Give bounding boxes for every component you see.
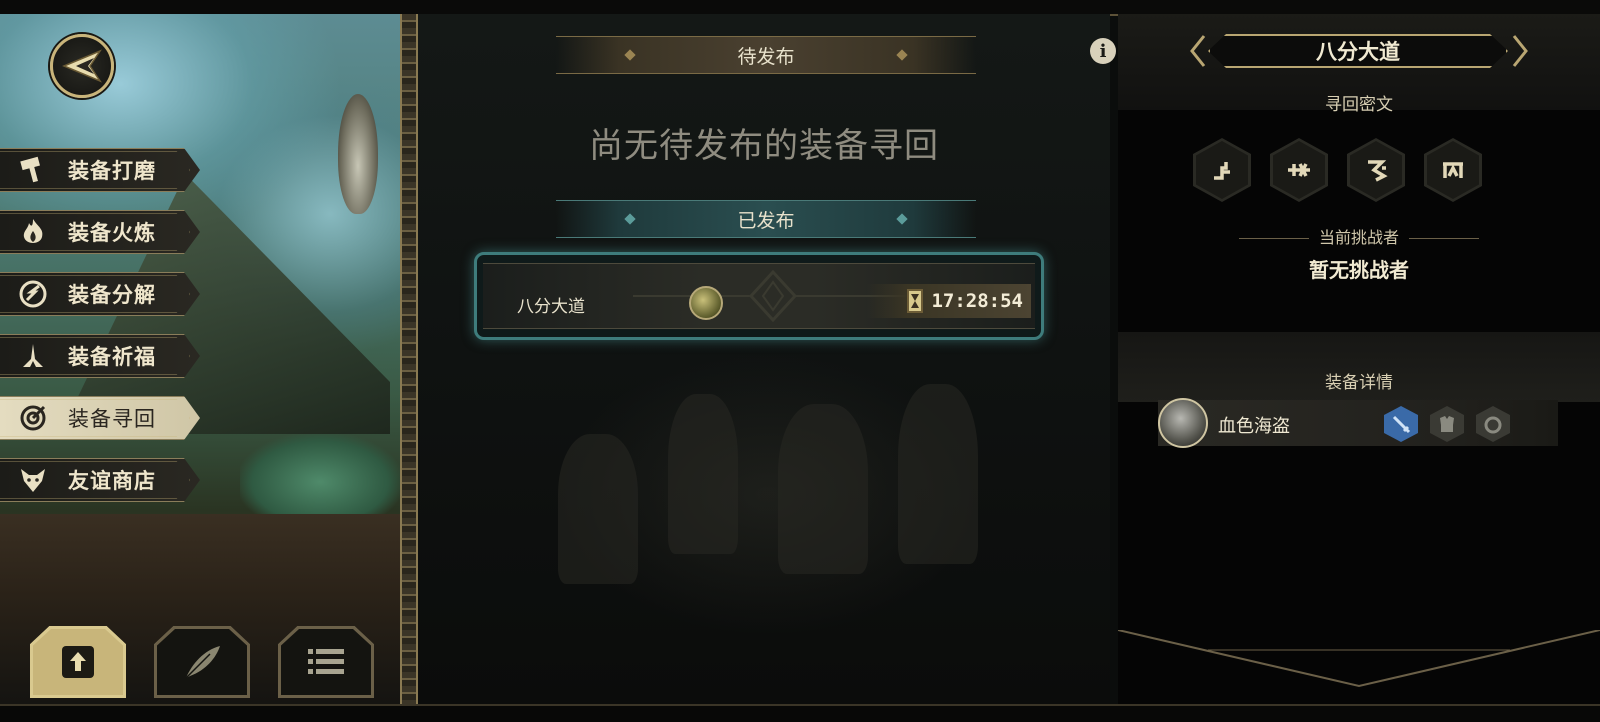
sword-icon (1392, 415, 1411, 434)
back-button[interactable] (50, 34, 114, 98)
back-arrow-icon (62, 49, 102, 83)
menu-item-friendship-shop[interactable]: 友谊商店 (0, 458, 200, 502)
chevron-left-icon (1190, 35, 1206, 67)
published-header: 已发布 (556, 200, 976, 238)
menu-item-bless[interactable]: 装备祈福 (0, 334, 200, 378)
armor-slot[interactable] (1430, 406, 1464, 442)
menu-label: 友谊商店 (68, 469, 156, 493)
menu-label: 装备分解 (68, 283, 156, 307)
info-button[interactable]: i (1090, 38, 1116, 64)
pending-header: 待发布 (556, 36, 976, 74)
entry-avatar (689, 286, 723, 320)
bottom-border (0, 704, 1600, 722)
timer-text: 17:28:54 (931, 290, 1023, 312)
menu-item-polish[interactable]: 装备打磨 (0, 148, 200, 192)
entry-name: 八分大道 (517, 297, 585, 317)
menu-label: 装备打磨 (68, 159, 156, 183)
entry-inner: 八分大道 17:28:54 (483, 263, 1035, 329)
challenger-label: 当前挑战者 (1318, 228, 1399, 247)
character-silhouette (778, 404, 868, 574)
menu-item-disassemble[interactable]: 装备分解 (0, 272, 200, 316)
character-silhouette (558, 434, 638, 584)
ring-slot[interactable] (1476, 406, 1510, 442)
details-label: 装备详情 (1325, 373, 1393, 393)
target-icon (16, 401, 50, 435)
empty-pending-message: 尚无待发布的装备寻回 (589, 126, 939, 166)
panel-bottom-edge (1118, 630, 1600, 688)
chevron-right-icon (1512, 35, 1528, 67)
upload-icon (62, 646, 94, 678)
menu-label: 装备祈福 (68, 345, 156, 369)
list-icon (308, 649, 344, 674)
rune-slot-4[interactable] (1424, 138, 1482, 202)
tab-upload[interactable] (30, 626, 126, 698)
cocoon-scenery (338, 94, 378, 214)
rune-slot-2[interactable] (1270, 138, 1328, 202)
menu-label: 装备寻回 (68, 407, 156, 431)
route-title-text: 八分大道 (1316, 40, 1400, 64)
equipment-name: 血色海盗 (1218, 416, 1290, 437)
armor-icon (1440, 416, 1454, 432)
rune-slot-1[interactable] (1193, 138, 1251, 202)
fox-icon (16, 463, 50, 497)
challenger-label-row: 当前挑战者 (1118, 224, 1600, 248)
hammer-icon (16, 153, 50, 187)
sword-slot[interactable] (1384, 406, 1418, 442)
character-silhouette (898, 384, 978, 564)
published-entry-card[interactable]: 八分大道 17:28:54 (474, 252, 1044, 340)
info-icon: i (1099, 40, 1107, 62)
menu-item-retrieve[interactable]: 装备寻回 (0, 396, 200, 440)
equipment-row[interactable]: 血色海盗 (1158, 398, 1558, 448)
right-panel: 八分大道 寻回密文 当前挑战者 暂无挑战者 装备详情 血色海盗 (1118, 14, 1600, 704)
flame-icon (16, 215, 50, 249)
rune-glyph-icon (1443, 162, 1463, 178)
pending-header-label: 待发布 (737, 45, 795, 68)
character-silhouette (668, 394, 738, 554)
rune-glyph-icon (1214, 162, 1230, 180)
route-title: 八分大道 (1208, 34, 1508, 68)
menu-item-forge[interactable]: 装备火炼 (0, 210, 200, 254)
bush-scenery (240, 434, 400, 514)
tab-feather[interactable] (154, 626, 250, 698)
center-panel: 待发布 尚无待发布的装备寻回 已发布 八分大道 17:28:54 (418, 14, 1110, 704)
runes-label: 寻回密文 (1325, 95, 1393, 115)
hourglass-icon (907, 289, 924, 313)
equipment-avatar (1158, 398, 1208, 448)
entry-timer: 17:28:54 (867, 284, 1031, 318)
ornamental-divider (400, 14, 418, 704)
published-header-label: 已发布 (737, 209, 795, 232)
rune-slot-3[interactable] (1347, 138, 1405, 202)
challenger-value: 暂无挑战者 (1309, 258, 1409, 282)
rune-glyph-icon (1288, 163, 1310, 177)
menu-label: 装备火炼 (68, 221, 156, 245)
rune-glyph-icon (1368, 160, 1388, 182)
praying-hands-icon (16, 339, 50, 373)
tab-list[interactable] (278, 626, 374, 698)
feather-icon (185, 646, 220, 679)
ring-icon (1484, 416, 1502, 434)
shatter-icon (16, 277, 50, 311)
